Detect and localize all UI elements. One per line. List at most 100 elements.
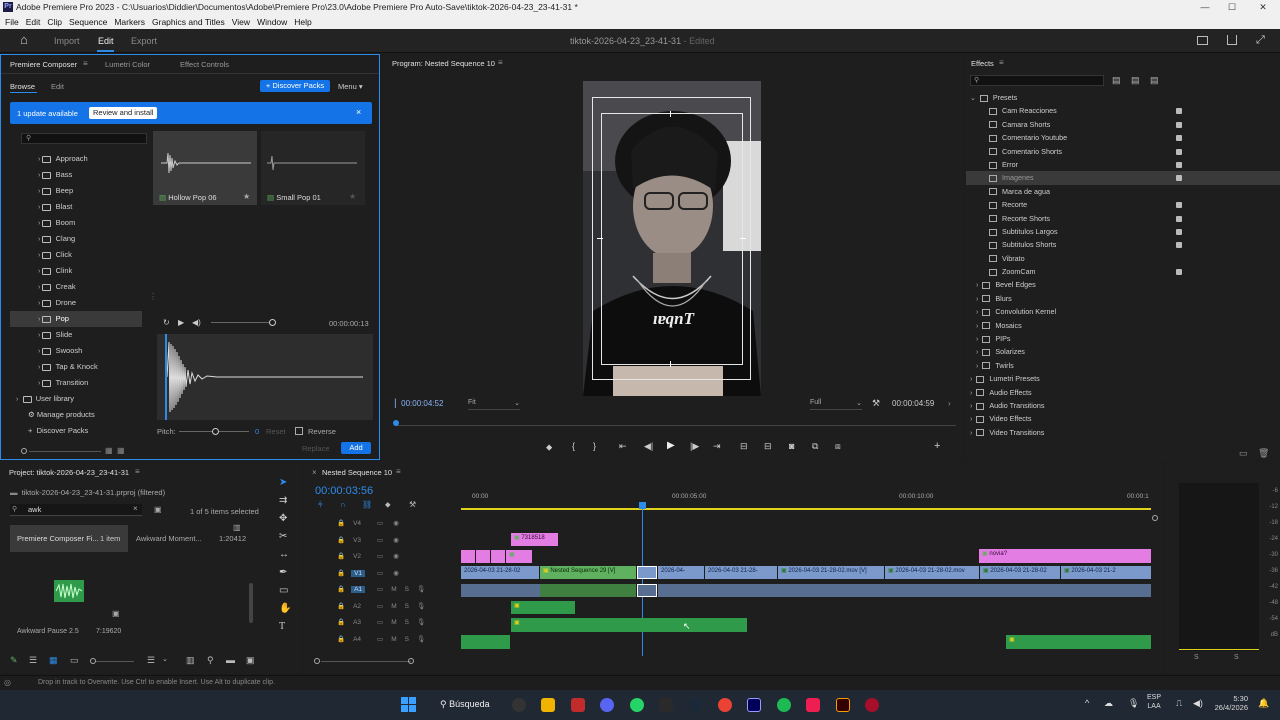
audio-clip-thumb[interactable] — [54, 580, 84, 602]
thumbnail-zoom-slider[interactable] — [96, 661, 134, 662]
toggle-proxies-icon[interactable]: ⧈ — [835, 441, 841, 452]
pitch-slider-handle[interactable] — [212, 428, 219, 435]
minimize-button[interactable]: — — [1192, 0, 1218, 15]
timeline-clip[interactable]: 2026-04- — [658, 566, 704, 579]
sort-dropdown-icon[interactable]: ⌄ — [162, 655, 168, 663]
find-icon[interactable]: ⚲ — [207, 655, 214, 666]
export-frame-icon[interactable]: ◙ — [789, 441, 794, 451]
solo-left-button[interactable]: S — [1194, 654, 1199, 661]
folder-item[interactable]: › Transition — [10, 375, 142, 391]
linked-selection-icon[interactable]: ⛓ — [362, 500, 372, 509]
clear-search-icon[interactable]: × — [133, 504, 138, 513]
work-area-bar[interactable] — [461, 508, 1151, 510]
panel-menu-icon[interactable]: ≡ — [999, 58, 1004, 67]
onedrive-icon[interactable]: ☁ — [1104, 698, 1113, 709]
timeline-clip[interactable]: ▣ 2026-04-03 21-28-02 — [980, 566, 1060, 579]
fit-dropdown[interactable]: Fit ⌄ — [468, 399, 520, 410]
yuv-effects-icon[interactable]: ▤ — [1150, 75, 1159, 86]
track-header-v2[interactable]: 🔒 V2 ▭ ◉ — [334, 549, 459, 566]
illustrator-icon[interactable] — [836, 698, 850, 712]
panel-menu-icon[interactable]: ≡ — [396, 467, 401, 476]
playhead-timecode[interactable]: ▏00:00:04:52 — [395, 399, 443, 408]
preset-folder-item[interactable]: › PIPs — [966, 332, 1280, 345]
volume-icon[interactable]: ◀) — [192, 318, 201, 327]
freeform-view-icon[interactable]: ▭ — [70, 655, 79, 666]
clip-name[interactable]: Awkward Pause 2.5 — [17, 628, 79, 635]
mic-icon[interactable]: 🎙 — [1128, 698, 1139, 709]
new-item-icon[interactable]: ▣ — [246, 655, 255, 666]
discover-packs-button[interactable]: + Discover Packs — [260, 80, 330, 92]
epic-games-icon[interactable] — [659, 698, 673, 712]
timeline-clip[interactable]: 2026-04-03 21-28- — [705, 566, 777, 579]
close-banner-icon[interactable]: × — [356, 107, 361, 117]
lift-icon[interactable]: ⊟ — [740, 441, 748, 452]
timeline-audio-clip[interactable] — [540, 584, 636, 597]
language-indicator[interactable]: ESP LAA — [1147, 693, 1161, 711]
folder-item[interactable]: › Click — [10, 247, 142, 263]
folder-item[interactable]: › Boom — [10, 215, 142, 231]
panel-menu-icon[interactable]: ≡ — [83, 59, 88, 68]
close-button[interactable]: ✕ — [1250, 0, 1276, 15]
presets-folder[interactable]: ⌄ Presets — [966, 91, 1280, 104]
track-header-a1[interactable]: 🔒 A1 ▭ M S 🎙 — [334, 582, 459, 599]
thumb-zoom-slider[interactable] — [29, 451, 101, 452]
timeline-audio-clip[interactable] — [658, 584, 1151, 597]
preset-item[interactable]: Recorte Shorts — [966, 212, 1280, 225]
home-icon[interactable]: ⌂ — [20, 32, 28, 47]
nest-icon[interactable]: ⫩ — [318, 500, 323, 510]
asset-tile-hollow-pop[interactable]: ▤ Hollow Pop 06 ★ — [153, 131, 257, 205]
reverse-checkbox[interactable] — [295, 427, 303, 435]
folder-item[interactable]: › Blast — [10, 199, 142, 215]
button-editor-icon[interactable]: + — [934, 440, 940, 452]
timeline-audio-clip[interactable]: ▣ — [511, 601, 575, 614]
tab-effect-controls[interactable]: Effect Controls — [180, 60, 229, 69]
track-header-v1[interactable]: 🔒 V1 ▭ ◉ — [334, 566, 459, 583]
favorite-star-icon[interactable]: ★ — [349, 192, 356, 201]
composer-menu-button[interactable]: Menu ▾ — [338, 82, 363, 91]
folder-item[interactable]: › Swoosh — [10, 343, 142, 359]
effects-group[interactable]: › Audio Effects — [966, 386, 1280, 399]
expand-icon[interactable]: › — [948, 399, 951, 408]
sort-icon[interactable]: ☰ — [147, 655, 155, 666]
wrench-icon[interactable]: ⚒ — [872, 398, 880, 409]
timeline-clip[interactable]: ▣ 7318518 — [511, 533, 558, 546]
preset-item[interactable]: Marca de agua — [966, 185, 1280, 198]
timeline-audio-clip[interactable]: ▣ — [1006, 635, 1151, 649]
go-to-out-icon[interactable]: ⇥ — [713, 441, 721, 452]
preset-item[interactable]: Subtitulos Shorts — [966, 238, 1280, 251]
timeline-clip[interactable] — [491, 550, 505, 563]
menu-graphics[interactable]: Graphics and Titles — [152, 17, 225, 27]
panel-menu-icon[interactable]: ≡ — [135, 467, 140, 476]
pen-tool-icon[interactable]: ✒ — [279, 567, 287, 578]
tab-edit[interactable]: Edit — [98, 36, 114, 46]
track-header-a4[interactable]: 🔒 A4 ▭ M S 🎙 — [334, 632, 459, 649]
automate-to-sequence-icon[interactable]: ▥ — [186, 655, 195, 666]
timeline-clip[interactable]: ▣ 2026-04-03 21-28-02.mov — [885, 566, 979, 579]
accelerated-effects-icon[interactable]: ▤ — [1112, 75, 1121, 86]
preset-folder-item[interactable]: › Blurs — [966, 292, 1280, 305]
menu-edit[interactable]: Edit — [26, 17, 41, 27]
timeline-timecode[interactable]: 00:00:03:56 — [315, 485, 373, 497]
icon-view-icon[interactable]: ▦ — [49, 655, 58, 666]
track-header-v3[interactable]: 🔒 V3 ▭ ◉ — [334, 533, 459, 550]
replace-button[interactable]: Replace — [302, 444, 330, 453]
manage-products-link[interactable]: ⚙ Manage products — [10, 407, 142, 423]
preset-item-selected[interactable]: Imagenes — [966, 171, 1280, 185]
zoom-scroll-start[interactable] — [314, 658, 320, 664]
add-marker-icon[interactable]: ⬥ — [385, 500, 391, 510]
timeline-clip[interactable]: ▣ novia? — [979, 549, 1151, 563]
notifications-icon[interactable]: 🔔 — [1258, 698, 1269, 709]
scrollbar[interactable] — [249, 583, 253, 623]
whatsapp-icon[interactable] — [630, 698, 644, 712]
track-header-a2[interactable]: 🔒 A2 ▭ M S 🎙 — [334, 599, 459, 616]
folder-item[interactable]: › Approach — [10, 151, 142, 167]
effects-group[interactable]: › Video Effects — [966, 412, 1280, 425]
windows-start-icon[interactable] — [401, 697, 416, 712]
timeline-clip-selected[interactable] — [637, 566, 657, 579]
preset-item[interactable]: Recorte — [966, 198, 1280, 211]
preset-folder-item[interactable]: › Convolution Kernel — [966, 305, 1280, 318]
clock[interactable]: 5:30 26/4/2026 — [1213, 694, 1248, 712]
mini-timeline-scrubber[interactable] — [396, 425, 956, 426]
menu-markers[interactable]: Markers — [114, 17, 145, 27]
tab-export[interactable]: Export — [131, 36, 157, 46]
